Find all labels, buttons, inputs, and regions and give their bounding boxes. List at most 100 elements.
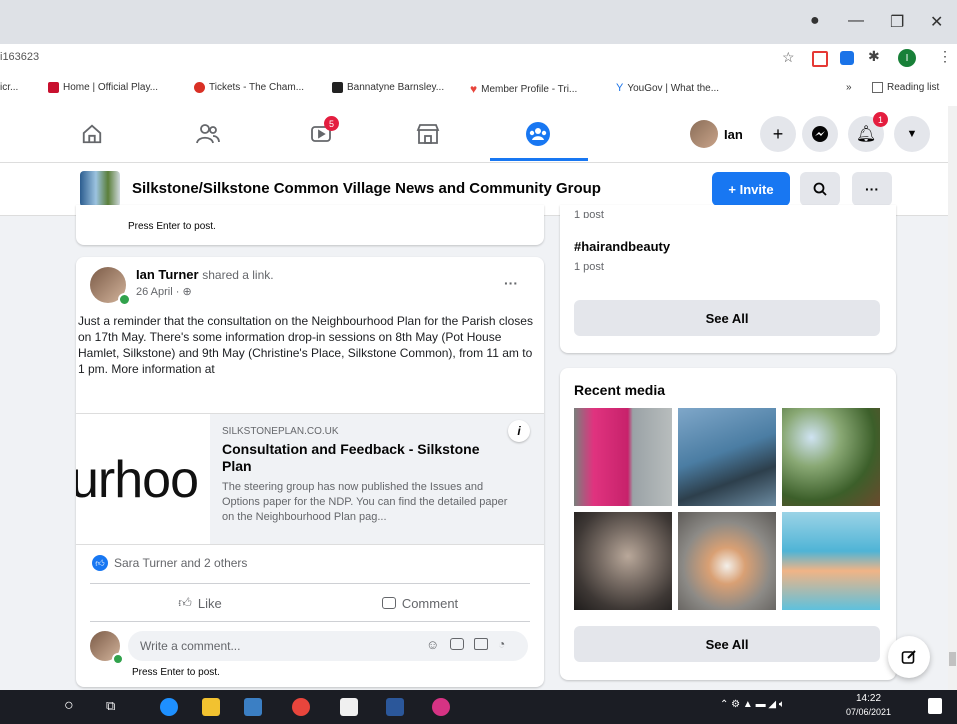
group-more-button[interactable]: ··· — [852, 172, 892, 206]
heart-icon: ♥ — [470, 82, 478, 96]
like-button[interactable]: 👍︎ Like — [90, 587, 310, 619]
media-thumb[interactable] — [678, 512, 776, 610]
compose-icon — [901, 650, 916, 664]
divider — [90, 621, 530, 622]
bookmarks-more[interactable]: » — [846, 82, 852, 93]
hashtag-link[interactable]: #hairandbeauty — [574, 239, 670, 254]
extension-icon-2[interactable] — [840, 51, 854, 65]
puzzle-icon[interactable]: ✱ — [868, 48, 880, 65]
reactions-summary[interactable]: 👍︎ Sara Turner and 2 others — [92, 555, 247, 571]
bell-icon: 🔔︎ — [855, 126, 877, 143]
bookmark-item[interactable]: ♥ Member Profile - Tri... — [470, 82, 577, 96]
post-author[interactable]: Ian Turner — [136, 267, 199, 282]
bookmark-item[interactable]: Y YouGov | What the... — [616, 82, 719, 94]
more-dots-icon: ··· — [865, 181, 879, 197]
new-message-button[interactable] — [888, 636, 930, 678]
bookmark-favicon — [194, 82, 205, 93]
comment-label: Comment — [401, 595, 459, 611]
bookmark-item[interactable]: Bannatyne Barnsley... — [332, 82, 444, 93]
link-preview[interactable]: urhoo SILKSTONEPLAN.CO.UK Consultation a… — [76, 413, 544, 545]
post-more-icon[interactable]: ··· — [504, 275, 518, 291]
group-title[interactable]: Silkstone/Silkstone Common Village News … — [132, 180, 601, 197]
star-icon[interactable]: ☆ — [782, 49, 795, 66]
notification-center-icon[interactable] — [928, 698, 942, 714]
music-icon[interactable] — [432, 698, 450, 716]
media-thumb[interactable] — [574, 512, 672, 610]
post-text: Just a reminder that the consultation on… — [78, 314, 533, 376]
bookmark-label: Home | Official Play... — [63, 82, 159, 93]
create-button[interactable]: + — [760, 116, 796, 152]
home-icon[interactable] — [72, 118, 112, 150]
see-all-media-button[interactable]: See All — [574, 626, 880, 662]
media-thumb[interactable] — [782, 408, 880, 506]
profile-avatar[interactable]: I — [898, 49, 916, 67]
bookmark-item[interactable]: Tickets - The Cham... — [194, 82, 304, 93]
search-icon — [813, 182, 827, 196]
see-all-hashtags-button[interactable]: See All — [574, 300, 880, 336]
tray-icons[interactable]: ⌃ ⚙ ▲ ▬ ◢ 🔈︎ — [720, 699, 785, 710]
mail-icon[interactable] — [244, 698, 262, 716]
bookmarks-bar: icr... Home | Official Play... Tickets -… — [0, 72, 957, 107]
gif-icon[interactable] — [474, 638, 488, 650]
bookmark-favicon — [48, 82, 59, 93]
reading-list-label: Reading list — [887, 82, 940, 93]
invite-button[interactable]: + Invite — [712, 172, 790, 206]
comment-input[interactable]: Write a comment... ☺ ◔ — [128, 631, 528, 661]
active-tab-indicator — [490, 158, 588, 161]
profile-chip[interactable]: Ian — [690, 120, 743, 148]
word-icon[interactable] — [386, 698, 404, 716]
online-dot — [118, 293, 131, 306]
search-circle-icon[interactable]: ○ — [64, 697, 74, 715]
camera-icon[interactable] — [450, 638, 464, 650]
comment-button[interactable]: Comment — [310, 587, 530, 619]
emoji-icon[interactable]: ☺ — [426, 637, 439, 652]
clock-time[interactable]: 14:22 — [856, 693, 881, 704]
post-date[interactable]: 26 April · ⊕ — [136, 285, 192, 298]
media-thumb[interactable] — [678, 408, 776, 506]
group-search-button[interactable] — [800, 172, 840, 206]
thumbs-up-icon: 👍︎ — [178, 595, 192, 610]
post-action: shared a link. — [202, 268, 274, 282]
post-author-line: Ian Turner shared a link. — [136, 267, 274, 282]
link-domain: SILKSTONEPLAN.CO.UK — [222, 426, 339, 437]
task-view-icon[interactable]: ⧉ — [106, 698, 115, 714]
press-enter-hint: Press Enter to post. — [132, 667, 220, 678]
hashtag-count-cut: 1 post — [574, 209, 604, 218]
watch-icon[interactable]: 5 — [302, 116, 342, 150]
bookmark-item[interactable]: icr... — [0, 82, 18, 93]
media-thumb[interactable] — [782, 512, 880, 610]
close-icon[interactable]: ✕ — [930, 12, 943, 32]
sticker-icon[interactable]: ◔ — [498, 637, 505, 651]
clock-date[interactable]: 07/06/2021 — [846, 707, 891, 717]
minimize-icon[interactable]: — — [848, 12, 864, 30]
messenger-icon — [812, 126, 828, 142]
menu-kebab-icon[interactable]: ⋮ — [938, 48, 952, 65]
hashtags-card: 1 post #hairandbeauty 1 post See All — [560, 205, 896, 353]
edge-icon[interactable] — [160, 698, 178, 716]
store-icon[interactable] — [340, 698, 358, 716]
record-icon[interactable]: ● — [810, 12, 820, 30]
groups-icon[interactable] — [518, 118, 558, 150]
messenger-button[interactable] — [802, 116, 838, 152]
scrollbar-thumb[interactable] — [949, 652, 956, 666]
bookmark-item[interactable]: Home | Official Play... — [48, 82, 158, 93]
extension-icon[interactable] — [812, 51, 828, 67]
address-bar[interactable]: i163623 ☆ ✱ I ⋮ — [0, 44, 957, 72]
link-thumbnail: urhoo — [76, 414, 210, 544]
reading-list[interactable]: Reading list — [872, 82, 939, 93]
friends-icon[interactable] — [188, 118, 228, 150]
group-thumbnail[interactable] — [80, 171, 120, 207]
recent-media-title: Recent media — [574, 382, 666, 398]
page-scrollbar[interactable] — [948, 106, 957, 690]
chrome-icon[interactable] — [292, 698, 310, 716]
bookmark-label: YouGov | What the... — [627, 82, 720, 94]
info-icon[interactable]: i — [508, 420, 530, 442]
media-thumb[interactable] — [574, 408, 672, 506]
marketplace-icon[interactable] — [408, 118, 448, 150]
link-title[interactable]: Consultation and Feedback - Silkstone Pl… — [222, 441, 512, 475]
account-menu-button[interactable]: ▼ — [894, 116, 930, 152]
restore-icon[interactable]: ❐ — [890, 12, 904, 32]
file-explorer-icon[interactable] — [202, 698, 220, 716]
url-text[interactable]: i163623 — [0, 51, 39, 63]
link-description: The steering group has now published the… — [222, 481, 508, 523]
